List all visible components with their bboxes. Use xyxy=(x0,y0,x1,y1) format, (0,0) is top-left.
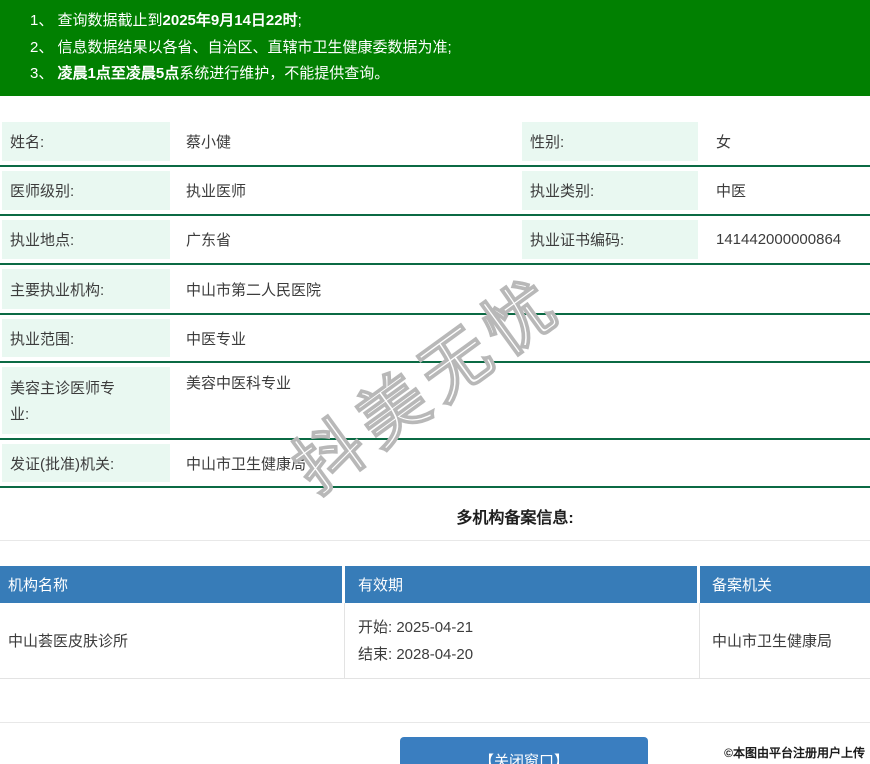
info-row-cosmetic-specialty: 美容主诊医师专业: 美容中医科专业 xyxy=(0,363,870,440)
filing-authority-cell: 中山市卫生健康局 xyxy=(712,633,833,650)
notice-text: 系统进行维护，不能提供查询。 xyxy=(179,65,390,82)
notice-text: ; xyxy=(297,12,302,29)
certificate-number-label: 执业证书编码: xyxy=(522,220,698,259)
notice-number: 3、 xyxy=(30,65,54,82)
column-header-validity: 有效期 xyxy=(345,566,700,603)
org-name-cell: 中山荟医皮肤诊所 xyxy=(0,603,345,678)
validity-cell: 开始: 2025-04-21 结束: 2028-04-20 xyxy=(345,603,700,678)
certificate-number-value: 141442000000864 xyxy=(716,231,842,248)
notice-bold-text: 凌晨1点至凌晨5点 xyxy=(57,65,180,82)
cosmetic-specialty-value: 美容中医科专业 xyxy=(186,375,292,392)
notice-text: 信息数据结果以各省、自治区、直辖市卫生健康委数据为准; xyxy=(57,38,452,56)
cosmetic-specialty-label: 美容主诊医师专业: xyxy=(2,367,170,434)
issuing-authority-label: 发证(批准)机关: xyxy=(2,444,170,482)
gender-label: 性别: xyxy=(522,122,698,161)
practice-category-label: 执业类别: xyxy=(522,171,698,210)
info-row-practice-scope: 执业范围: 中医专业 xyxy=(0,315,870,363)
footer-divider xyxy=(0,722,870,723)
info-row-name-gender: 姓名: 蔡小健 性别: 女 xyxy=(0,118,870,167)
notice-line-2: 2、 信息数据结果以各省、自治区、直辖市卫生健康委数据为准; xyxy=(30,35,860,62)
name-label: 姓名: xyxy=(2,122,170,161)
validity-start: 开始: 2025-04-21 xyxy=(358,618,474,636)
practice-location-value: 广东省 xyxy=(186,232,232,249)
notice-line-1: 1、 查询数据截止到2025年9月14日22时; xyxy=(30,8,860,35)
copyright-note: ©本图由平台注册用户上传 xyxy=(724,746,865,760)
doctor-level-value: 执业医师 xyxy=(186,183,247,200)
column-header-org-name: 机构名称 xyxy=(0,566,345,603)
practice-scope-value: 中医专业 xyxy=(186,330,247,348)
practice-scope-label: 执业范围: xyxy=(2,319,170,357)
multi-institution-heading: 多机构备案信息: xyxy=(456,510,574,527)
notice-text: 查询数据截止到 xyxy=(57,12,163,29)
main-institution-value: 中山市第二人民医院 xyxy=(186,281,322,299)
practitioner-info-table: 姓名: 蔡小健 性别: 女 医师级别: 执业医师 执业类别: 中医 执业地点: … xyxy=(0,118,870,488)
notice-number: 2、 xyxy=(30,38,54,56)
close-window-button[interactable]: 【关闭窗口】 xyxy=(400,737,648,764)
section-divider xyxy=(0,540,870,541)
filing-table-row: 中山荟医皮肤诊所 开始: 2025-04-21 结束: 2028-04-20 中… xyxy=(0,603,870,679)
filing-table-header: 机构名称 有效期 备案机关 xyxy=(0,566,870,603)
notice-banner: 1、 查询数据截止到2025年9月14日22时; 2、 信息数据结果以各省、自治… xyxy=(0,0,870,96)
notice-bold-text: 2025年9月14日22时 xyxy=(162,12,298,29)
info-row-level-category: 医师级别: 执业医师 执业类别: 中医 xyxy=(0,167,870,216)
issuing-authority-value: 中山市卫生健康局 xyxy=(186,455,307,473)
practice-category-value: 中医 xyxy=(716,183,747,200)
info-row-issuing-authority: 发证(批准)机关: 中山市卫生健康局 xyxy=(0,440,870,488)
column-header-filing-authority: 备案机关 xyxy=(712,577,773,594)
doctor-level-label: 医师级别: xyxy=(2,171,170,210)
validity-end: 结束: 2028-04-20 xyxy=(358,645,474,663)
name-value: 蔡小健 xyxy=(186,134,232,151)
info-row-location-certno: 执业地点: 广东省 执业证书编码: 141442000000864 xyxy=(0,216,870,265)
license-query-result-page: 1、 查询数据截止到2025年9月14日22时; 2、 信息数据结果以各省、自治… xyxy=(0,0,870,764)
notice-number: 1、 xyxy=(30,12,54,29)
gender-value: 女 xyxy=(716,134,732,151)
notice-line-3: 3、 凌晨1点至凌晨5点系统进行维护，不能提供查询。 xyxy=(30,61,860,88)
main-institution-label: 主要执业机构: xyxy=(2,269,170,309)
info-row-main-institution: 主要执业机构: 中山市第二人民医院 xyxy=(0,265,870,315)
practice-location-label: 执业地点: xyxy=(2,220,170,259)
